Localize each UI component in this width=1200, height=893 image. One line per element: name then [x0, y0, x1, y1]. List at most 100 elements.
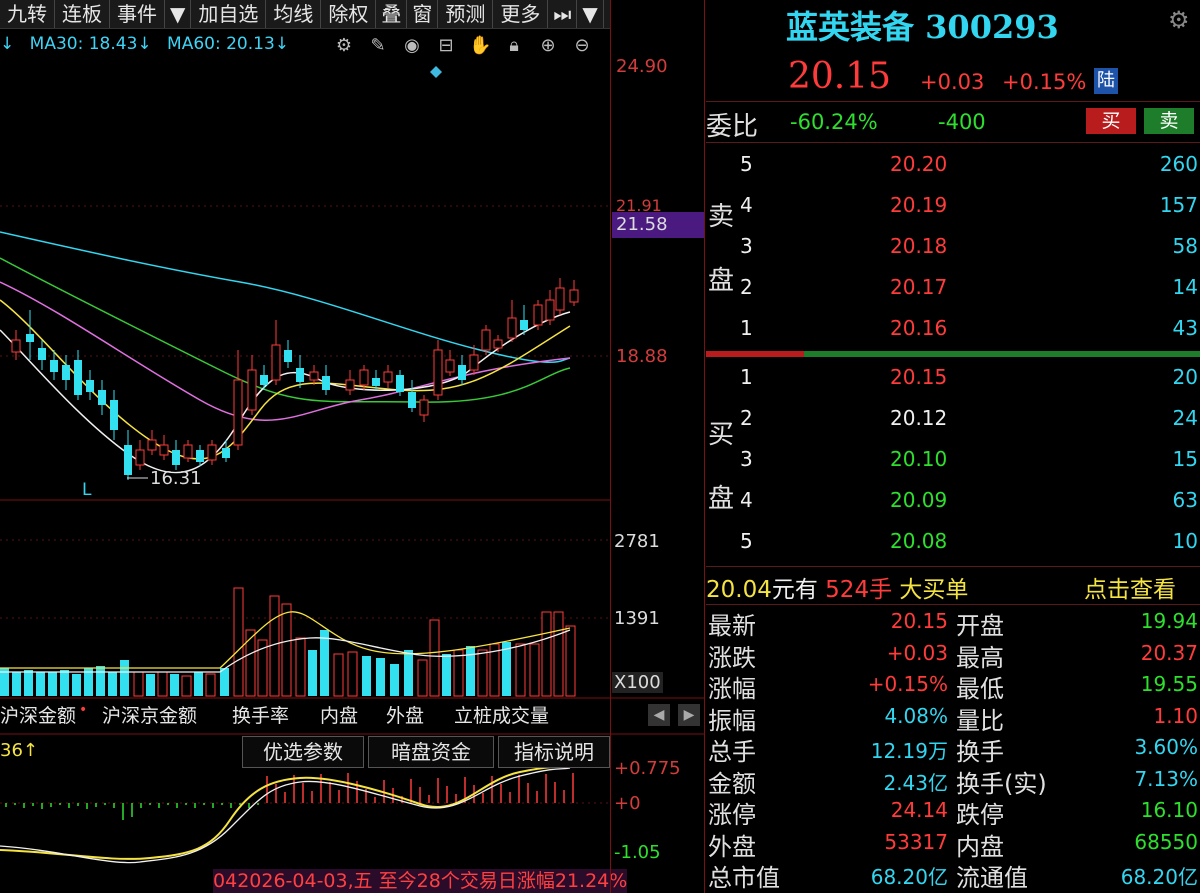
ma-line-yellow	[0, 299, 571, 460]
buy-side-label-2: 盘	[708, 484, 735, 514]
volume-bar	[170, 674, 179, 696]
ask-level: 2	[740, 275, 753, 299]
candle-body	[345, 379, 355, 391]
sell-side-label-1: 卖	[708, 202, 735, 232]
buy-button[interactable]: 买	[1086, 108, 1136, 134]
candle-body	[533, 304, 543, 326]
volume-bar	[96, 666, 105, 696]
ask-volume: 260	[1159, 152, 1198, 176]
stat-value: 3.60%	[1134, 735, 1198, 759]
price-axis-mid2: 18.88	[616, 346, 668, 367]
preferred-params-button[interactable]: 优选参数	[242, 736, 364, 768]
bid-level: 2	[740, 406, 753, 430]
volume-bar	[281, 603, 292, 697]
bid-price: 20.15	[890, 365, 948, 389]
bid-price: 20.08	[890, 529, 948, 553]
sell-button[interactable]: 卖	[1144, 108, 1194, 134]
candle-body	[110, 400, 118, 430]
stat-label: 涨跌	[708, 643, 756, 672]
candle-body	[62, 365, 70, 380]
stat-label: 跌停	[956, 801, 1004, 829]
tab-turnover[interactable]: 换手率	[232, 702, 289, 730]
stat-value: 1.10	[1153, 703, 1198, 728]
current-price: 20.15	[788, 56, 892, 97]
bid-level: 1	[740, 365, 753, 389]
tab-hs-amount[interactable]: 沪深金额	[0, 702, 76, 730]
volume-bar	[36, 672, 45, 696]
volume-bar	[181, 675, 192, 697]
view-details-link[interactable]: 点击查看	[1084, 570, 1176, 604]
volume-bar	[194, 672, 203, 696]
indicator-left-label: 36↑	[0, 740, 38, 761]
tab-volume[interactable]: 立桩成交量	[454, 702, 549, 730]
divider	[704, 0, 705, 893]
weibi-label: 委比	[706, 112, 759, 142]
dark-pool-funds-button[interactable]: 暗盘资金	[368, 736, 494, 768]
ask-volume: 14	[1172, 275, 1198, 299]
candle-body	[419, 399, 429, 416]
volume-bar	[12, 672, 21, 696]
volume-bar	[404, 650, 413, 696]
price-axis-mid1: 21.91	[616, 196, 662, 215]
stat-value: 53317	[884, 829, 948, 854]
price-change: +0.03	[920, 70, 985, 94]
scroll-left-icon[interactable]: ◀	[648, 704, 670, 726]
divider	[706, 101, 1200, 102]
volume-bar	[245, 629, 256, 697]
volume-bar	[308, 650, 317, 696]
stat-label: 金额	[708, 769, 756, 798]
stat-value: 7.13%	[1134, 766, 1198, 791]
volume-bar	[553, 611, 564, 697]
status-text: 2026-04-03,五 至今28个交易日涨幅21.24%	[237, 870, 628, 892]
tab-hsj-amount[interactable]: 沪深京金额	[102, 702, 197, 730]
ask-price: 20.18	[890, 234, 948, 258]
divider	[706, 142, 1200, 143]
stat-label: 涨幅	[708, 675, 756, 703]
tab-inner[interactable]: 内盘	[320, 702, 358, 730]
volume-bar	[453, 649, 464, 697]
ask-volume: 43	[1172, 316, 1198, 340]
scroll-right-icon[interactable]: ▶	[678, 704, 700, 726]
volume-bar	[295, 637, 306, 697]
volume-bar	[362, 656, 371, 696]
stat-value: 16.10	[1140, 798, 1198, 822]
settings-gear-icon[interactable]: ⚙	[1168, 6, 1190, 34]
candle-body	[74, 360, 82, 395]
ask-price: 20.20	[890, 152, 948, 176]
weibi-pct: -60.24%	[790, 110, 878, 134]
candle-body	[172, 450, 180, 465]
candle-body	[383, 371, 393, 383]
tab-outer[interactable]: 外盘	[386, 702, 424, 730]
quote-panel: 蓝英装备 300293 ⚙ 20.15 +0.03 +0.15% 陆 委比 -6…	[706, 0, 1200, 893]
candle-body	[555, 287, 565, 311]
stat-value: 12.19万	[870, 739, 948, 763]
volume-bar	[466, 646, 475, 696]
candle-body	[458, 365, 466, 380]
candle-body	[11, 339, 21, 353]
candle-body	[207, 444, 217, 461]
candle-body	[296, 368, 304, 382]
volume-bars	[0, 587, 576, 697]
volume-bar	[541, 611, 552, 697]
stat-label: 最新	[708, 612, 756, 640]
stat-label: 外盘	[708, 832, 756, 861]
stat-label: 最高	[956, 643, 1004, 672]
volume-bar	[390, 664, 399, 696]
stock-title: 蓝英装备 300293	[786, 2, 1059, 48]
stat-label: 总市值	[708, 864, 780, 892]
volume-axis-mid: 1391	[614, 608, 660, 629]
stat-label: 流通值	[956, 864, 1028, 892]
candle-body	[545, 299, 555, 321]
stat-value: 4.08%	[884, 703, 948, 728]
bid-volume: 10	[1172, 529, 1198, 553]
volume-bar	[515, 643, 526, 697]
candle-body	[196, 450, 204, 462]
tab-dot: •	[79, 702, 88, 718]
weibi-diff: -400	[938, 110, 986, 134]
stat-value: 68.20亿	[1120, 865, 1198, 889]
volume-bar	[48, 672, 57, 696]
volume-bar	[477, 649, 488, 697]
volume-bar	[429, 619, 440, 697]
indicator-help-button[interactable]: 指标说明	[498, 736, 610, 768]
big-order-qty: 524手	[825, 577, 893, 603]
